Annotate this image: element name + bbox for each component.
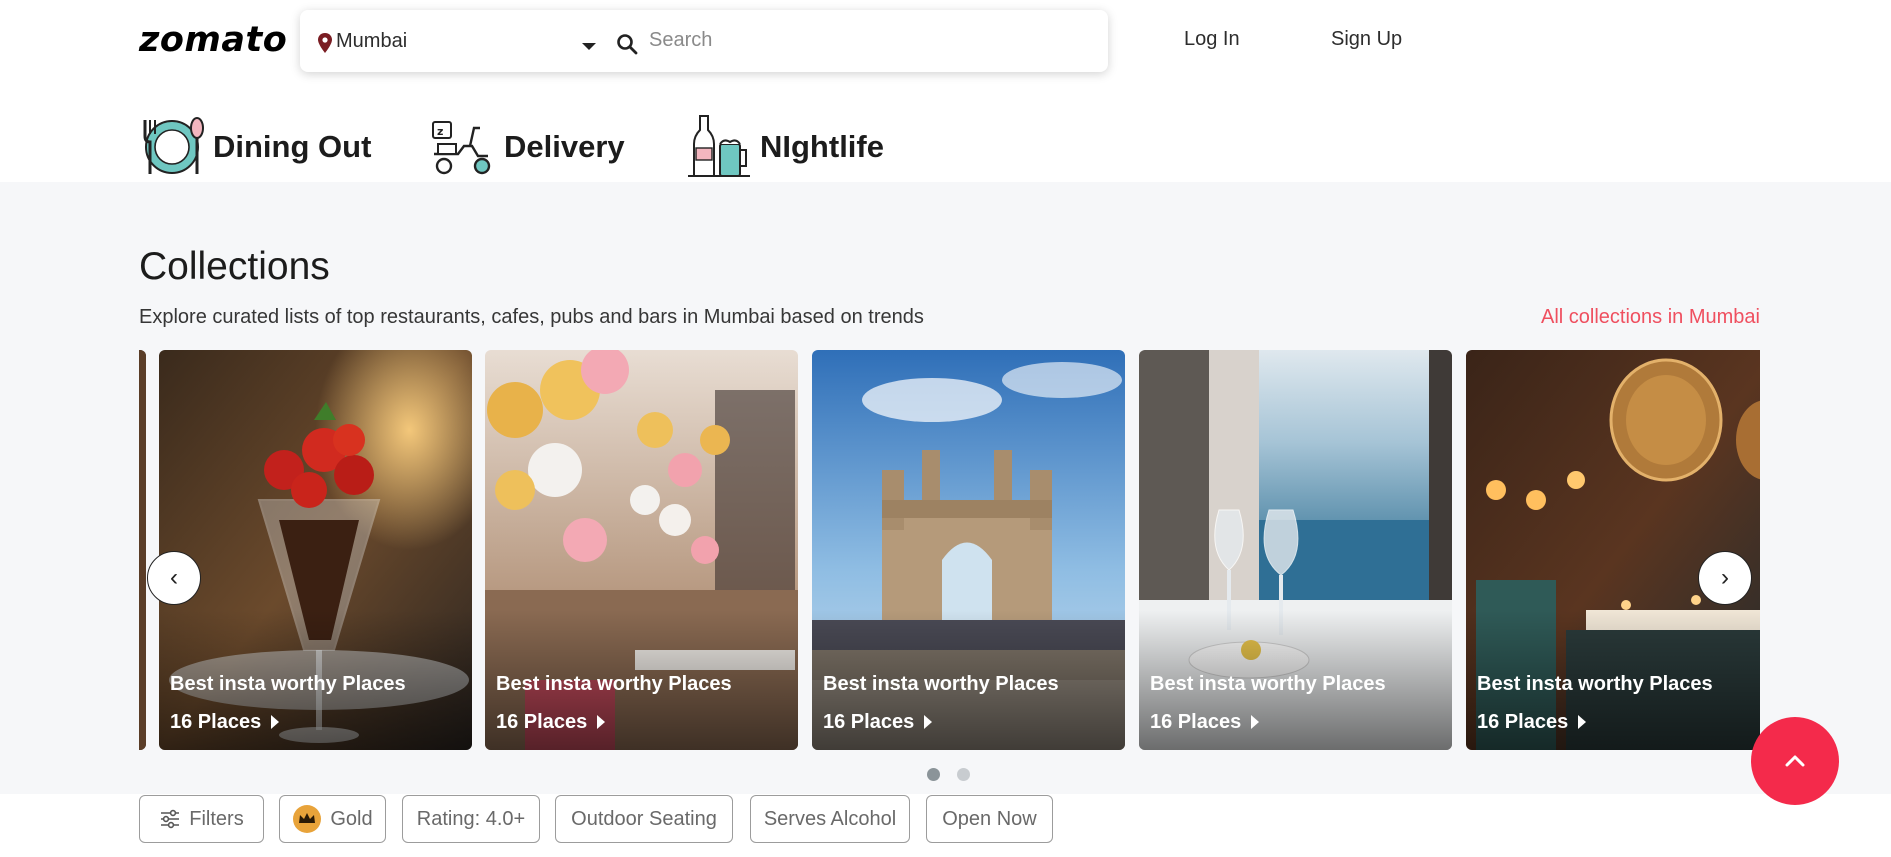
all-collections-link[interactable]: All collections in Mumbai xyxy=(1541,306,1760,329)
search-icon xyxy=(617,34,638,55)
collections-subtitle: Explore curated lists of top restaurants… xyxy=(139,306,924,328)
gold-crown-icon xyxy=(293,805,322,833)
card-title: Best insta worthy Places xyxy=(1477,673,1713,695)
svg-text:z: z xyxy=(437,125,443,138)
collection-card[interactable]: Best insta worthy Places 16 Places xyxy=(1466,350,1760,750)
open-now-filter[interactable]: Open Now xyxy=(926,795,1053,843)
carousel-dot[interactable] xyxy=(957,768,970,781)
scroll-to-top-button[interactable] xyxy=(1751,717,1839,805)
filters-button[interactable]: Filters xyxy=(139,795,264,843)
tab-delivery-label: Delivery xyxy=(504,129,625,164)
card-count-text: 16 Places xyxy=(496,711,588,733)
gold-label: Gold xyxy=(330,807,373,830)
card-count-text: 16 Places xyxy=(1477,711,1569,733)
carousel-next-button[interactable]: › xyxy=(1698,551,1752,605)
delivery-scooter-icon: z xyxy=(432,121,491,175)
page: zomato Mumbai Log In Sign Up Dining Out xyxy=(0,0,1891,857)
card-count-text: 16 Places xyxy=(170,711,262,733)
dining-out-icon xyxy=(143,117,204,174)
play-arrow-icon xyxy=(271,715,280,729)
card-count: 16 Places xyxy=(496,711,606,734)
card-title: Best insta worthy Places xyxy=(496,673,732,695)
chevron-down-icon[interactable] xyxy=(582,43,596,50)
location-pin-icon xyxy=(318,33,332,53)
rating-filter[interactable]: Rating: 4.0+ xyxy=(402,795,540,843)
card-count: 16 Places xyxy=(1150,711,1260,734)
filters-label: Filters xyxy=(189,807,244,830)
carousel-dots xyxy=(927,768,970,781)
search-input[interactable] xyxy=(649,24,1079,56)
search-bar: Mumbai xyxy=(300,10,1108,72)
collection-card[interactable]: Best insta worthy Places 16 Places xyxy=(1139,350,1452,750)
open-now-label: Open Now xyxy=(942,807,1037,830)
nightlife-drinks-icon xyxy=(688,115,750,177)
play-arrow-icon xyxy=(597,715,606,729)
collection-image xyxy=(139,350,146,750)
card-title: Best insta worthy Places xyxy=(170,673,406,695)
rating-label: Rating: 4.0+ xyxy=(416,807,526,830)
outdoor-seating-filter[interactable]: Outdoor Seating xyxy=(555,795,733,843)
card-count: 16 Places xyxy=(170,711,280,734)
zomato-logo[interactable]: zomato xyxy=(139,20,287,60)
play-arrow-icon xyxy=(1578,715,1587,729)
card-count: 16 Places xyxy=(1477,711,1587,734)
serves-alcohol-filter[interactable]: Serves Alcohol xyxy=(750,795,910,843)
tab-nightlife-label: NIghtlife xyxy=(760,129,884,164)
serves-alcohol-label: Serves Alcohol xyxy=(763,807,897,830)
collection-card-partial[interactable] xyxy=(139,350,146,750)
card-count-text: 16 Places xyxy=(823,711,915,733)
card-count: 16 Places xyxy=(823,711,933,734)
collection-card[interactable]: Best insta worthy Places 16 Places xyxy=(812,350,1125,750)
tab-dining-out[interactable]: Dining Out xyxy=(139,114,371,180)
login-link[interactable]: Log In xyxy=(1184,28,1240,51)
outdoor-seating-label: Outdoor Seating xyxy=(571,807,717,830)
collections-carousel[interactable]: Best insta worthy Places 16 Places Best … xyxy=(139,350,1760,750)
location-selector[interactable]: Mumbai xyxy=(336,30,407,53)
collection-card[interactable]: Best insta worthy Places 16 Places xyxy=(485,350,798,750)
tab-nightlife[interactable]: NIghtlife xyxy=(686,114,884,180)
collection-card[interactable]: Best insta worthy Places 16 Places xyxy=(159,350,472,750)
play-arrow-icon xyxy=(1251,715,1260,729)
collections-section: Collections Explore curated lists of top… xyxy=(0,182,1891,794)
card-title: Best insta worthy Places xyxy=(823,673,1059,695)
play-arrow-icon xyxy=(924,715,933,729)
tab-delivery[interactable]: z Delivery xyxy=(430,114,625,180)
chevron-up-icon xyxy=(1785,755,1805,767)
collections-title: Collections xyxy=(139,245,330,288)
carousel-prev-button[interactable]: ‹ xyxy=(147,551,201,605)
gold-filter[interactable]: Gold xyxy=(279,795,386,843)
card-count-text: 16 Places xyxy=(1150,711,1242,733)
carousel-dot-active[interactable] xyxy=(927,768,940,781)
tab-dining-out-label: Dining Out xyxy=(213,129,372,164)
signup-link[interactable]: Sign Up xyxy=(1331,28,1402,51)
card-title: Best insta worthy Places xyxy=(1150,673,1386,695)
filter-sliders-icon xyxy=(161,809,180,829)
